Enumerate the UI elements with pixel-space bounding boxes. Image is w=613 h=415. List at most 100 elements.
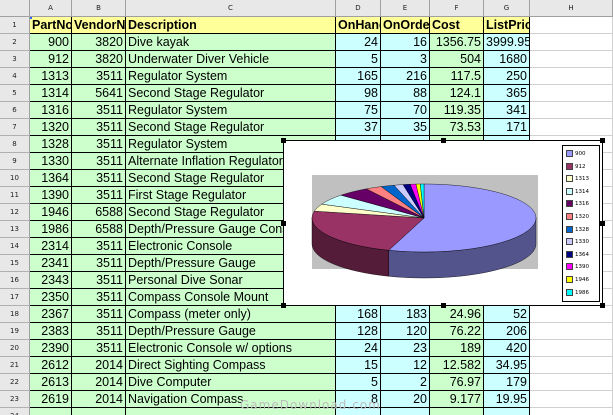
- table-cell[interactable]: 5: [336, 374, 381, 391]
- column-header-g[interactable]: G: [484, 0, 530, 17]
- row-header[interactable]: 2: [0, 34, 30, 51]
- table-cell[interactable]: 52: [484, 306, 530, 323]
- row-header[interactable]: 1: [0, 17, 30, 34]
- column-header-d[interactable]: D: [336, 0, 381, 17]
- table-cell[interactable]: 73.53: [430, 119, 484, 136]
- resize-handle[interactable]: [281, 221, 286, 226]
- row-header[interactable]: 5: [0, 85, 30, 102]
- table-cell[interactable]: 3511: [72, 340, 126, 357]
- table-cell[interactable]: 3511: [72, 153, 126, 170]
- resize-handle[interactable]: [600, 221, 605, 226]
- table-cell[interactable]: 504: [430, 51, 484, 68]
- table-cell[interactable]: 75: [336, 102, 381, 119]
- table-cell[interactable]: Electronic Console w/ options: [126, 340, 336, 357]
- table-cell[interactable]: 16: [381, 34, 430, 51]
- row-header[interactable]: 19: [0, 323, 30, 340]
- column-title-cell[interactable]: OnOrder: [381, 17, 430, 34]
- empty-cell[interactable]: [530, 51, 613, 68]
- empty-cell[interactable]: [530, 374, 613, 391]
- table-cell[interactable]: 3511: [72, 102, 126, 119]
- table-cell[interactable]: 3511: [72, 289, 126, 306]
- table-cell[interactable]: 3511: [72, 255, 126, 272]
- table-cell[interactable]: 24: [336, 340, 381, 357]
- legend-item[interactable]: 1986: [566, 288, 589, 299]
- table-cell[interactable]: Underwater Diver Vehicle: [126, 51, 336, 68]
- empty-cell[interactable]: [530, 340, 613, 357]
- table-cell[interactable]: 76.97: [430, 374, 484, 391]
- table-cell[interactable]: 98: [336, 85, 381, 102]
- column-header-a[interactable]: A: [30, 0, 72, 17]
- empty-cell[interactable]: [530, 68, 613, 85]
- row-header[interactable]: 8: [0, 136, 30, 153]
- column-header-h[interactable]: H: [530, 0, 613, 17]
- table-cell[interactable]: 117.5: [430, 68, 484, 85]
- row-header[interactable]: 24: [0, 408, 30, 415]
- table-cell[interactable]: [484, 408, 530, 415]
- empty-cell[interactable]: [530, 85, 613, 102]
- table-cell[interactable]: 5: [336, 51, 381, 68]
- table-cell[interactable]: 35: [381, 119, 430, 136]
- column-header-e[interactable]: E: [381, 0, 430, 17]
- table-cell[interactable]: 2367: [30, 306, 72, 323]
- table-cell[interactable]: Regulator System: [126, 102, 336, 119]
- empty-cell[interactable]: [530, 408, 613, 415]
- table-cell[interactable]: 15: [336, 357, 381, 374]
- table-cell[interactable]: 2619: [30, 391, 72, 408]
- empty-cell[interactable]: [530, 17, 613, 34]
- table-cell[interactable]: 9.177: [430, 391, 484, 408]
- table-cell[interactable]: 5641: [72, 85, 126, 102]
- table-cell[interactable]: Regulator System: [126, 68, 336, 85]
- table-cell[interactable]: 2014: [72, 374, 126, 391]
- table-cell[interactable]: 3511: [72, 238, 126, 255]
- row-header[interactable]: 16: [0, 272, 30, 289]
- column-header-b[interactable]: B: [72, 0, 126, 17]
- row-header[interactable]: 9: [0, 153, 30, 170]
- table-cell[interactable]: 2341: [30, 255, 72, 272]
- table-cell[interactable]: 2014: [72, 357, 126, 374]
- table-cell[interactable]: 37: [336, 119, 381, 136]
- row-header[interactable]: 13: [0, 221, 30, 238]
- table-cell[interactable]: 3511: [72, 68, 126, 85]
- row-header[interactable]: 4: [0, 68, 30, 85]
- table-cell[interactable]: 1314: [30, 85, 72, 102]
- table-cell[interactable]: [72, 408, 126, 415]
- row-header[interactable]: 20: [0, 340, 30, 357]
- table-cell[interactable]: 2314: [30, 238, 72, 255]
- table-cell[interactable]: 124.1: [430, 85, 484, 102]
- column-header-c[interactable]: C: [126, 0, 336, 17]
- row-header[interactable]: 18: [0, 306, 30, 323]
- legend-item[interactable]: 1313: [566, 174, 589, 185]
- table-cell[interactable]: Dive Computer: [126, 374, 336, 391]
- resize-handle[interactable]: [441, 303, 446, 308]
- empty-cell[interactable]: [530, 102, 613, 119]
- legend-item[interactable]: 1314: [566, 187, 589, 198]
- empty-cell[interactable]: [530, 323, 613, 340]
- table-cell[interactable]: 1364: [30, 170, 72, 187]
- table-cell[interactable]: 3511: [72, 187, 126, 204]
- resize-handle[interactable]: [281, 138, 286, 143]
- table-cell[interactable]: Second Stage Regulator: [126, 119, 336, 136]
- table-cell[interactable]: 128: [336, 323, 381, 340]
- table-cell[interactable]: 70: [381, 102, 430, 119]
- legend-item[interactable]: 900: [566, 149, 586, 160]
- select-all-corner[interactable]: [0, 0, 30, 17]
- table-cell[interactable]: 1328: [30, 136, 72, 153]
- table-cell[interactable]: 2383: [30, 323, 72, 340]
- legend-item[interactable]: 1328: [566, 225, 589, 236]
- table-cell[interactable]: 3511: [72, 272, 126, 289]
- resize-handle[interactable]: [600, 303, 605, 308]
- table-cell[interactable]: Compass (meter only): [126, 306, 336, 323]
- table-cell[interactable]: 1946: [30, 204, 72, 221]
- table-cell[interactable]: 171: [484, 119, 530, 136]
- column-title-cell[interactable]: Cost: [430, 17, 484, 34]
- table-cell[interactable]: Dive kayak: [126, 34, 336, 51]
- row-header[interactable]: 22: [0, 374, 30, 391]
- table-cell[interactable]: 2343: [30, 272, 72, 289]
- column-title-cell[interactable]: OnHand: [336, 17, 381, 34]
- row-header[interactable]: 14: [0, 238, 30, 255]
- table-cell[interactable]: 2613: [30, 374, 72, 391]
- table-cell[interactable]: 189: [430, 340, 484, 357]
- table-cell[interactable]: 120: [381, 323, 430, 340]
- table-cell[interactable]: Depth/Pressure Gauge: [126, 323, 336, 340]
- table-cell[interactable]: 2612: [30, 357, 72, 374]
